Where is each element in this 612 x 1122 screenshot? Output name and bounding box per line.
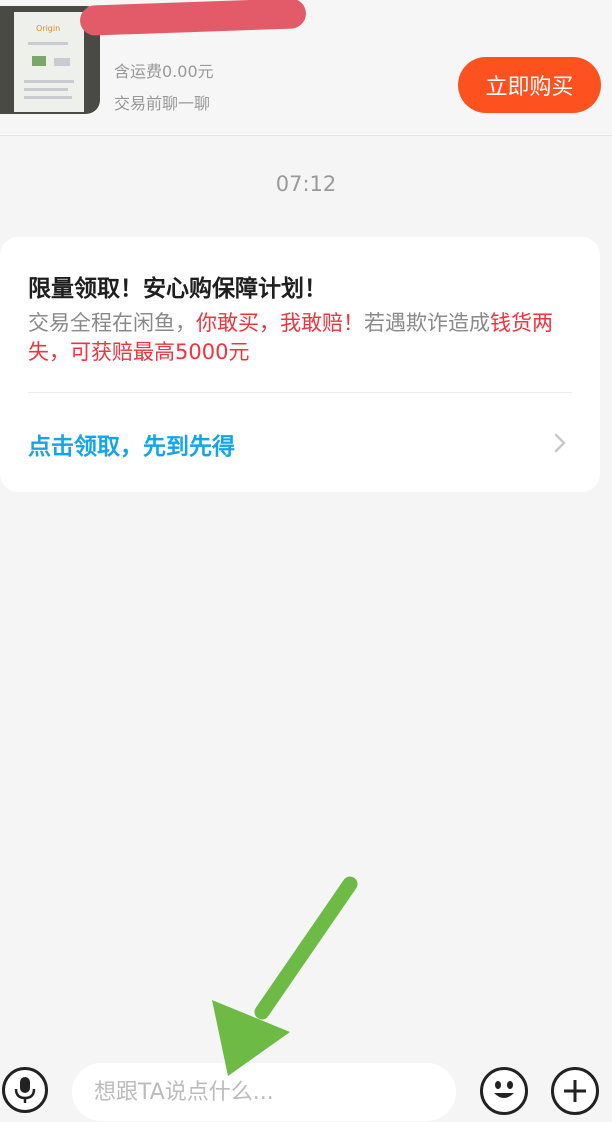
voice-button[interactable] xyxy=(2,1067,48,1113)
plus-icon xyxy=(564,1080,586,1102)
card-body-text: 若遇欺诈造成 xyxy=(364,311,490,335)
annotation-arrow xyxy=(212,876,358,1076)
message-input-bar xyxy=(0,1055,612,1122)
product-header: Origin 含运费0.00元 交易前聊一聊 立即购买 xyxy=(0,0,612,136)
thumbnail-logo: Origin xyxy=(36,24,61,33)
card-title: 限量领取！安心购保障计划！ xyxy=(28,276,327,302)
protection-plan-card[interactable]: 限量领取！安心购保障计划！ 交易全程在闲鱼，你敢买，我敢赔！若遇欺诈造成钱货两失… xyxy=(0,237,600,492)
thumbnail-image: Origin xyxy=(14,12,84,112)
card-divider xyxy=(28,392,572,393)
emoji-button[interactable] xyxy=(480,1067,528,1115)
card-body-highlight: 你敢买，我敢赔！ xyxy=(196,311,364,335)
card-body-text: 交易全程在闲鱼， xyxy=(28,311,196,335)
claim-link[interactable]: 点击领取，先到先得 xyxy=(28,427,235,461)
message-timestamp: 07:12 xyxy=(275,172,337,196)
price-redacted xyxy=(79,0,307,36)
buy-now-button[interactable]: 立即购买 xyxy=(458,57,601,113)
emoji-icon xyxy=(494,1081,514,1098)
message-input[interactable] xyxy=(72,1063,456,1121)
card-body: 交易全程在闲鱼，你敢买，我敢赔！若遇欺诈造成钱货两失，可获赔最高5000元 xyxy=(28,309,568,367)
microphone-icon xyxy=(14,1077,36,1103)
chevron-right-icon xyxy=(554,433,566,453)
chat-hint: 交易前聊一聊 xyxy=(114,94,211,113)
shipping-fee: 含运费0.00元 xyxy=(114,62,214,81)
more-button[interactable] xyxy=(551,1067,599,1115)
